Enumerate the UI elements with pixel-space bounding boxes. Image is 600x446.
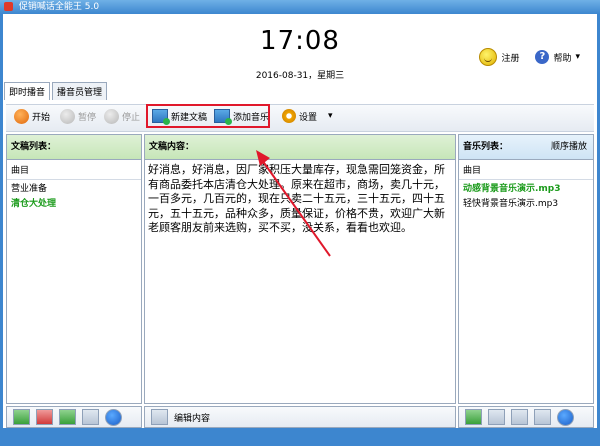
arrow-line: [261, 159, 331, 257]
arrow-head: [256, 150, 270, 166]
annotation-arrow: [256, 150, 331, 257]
